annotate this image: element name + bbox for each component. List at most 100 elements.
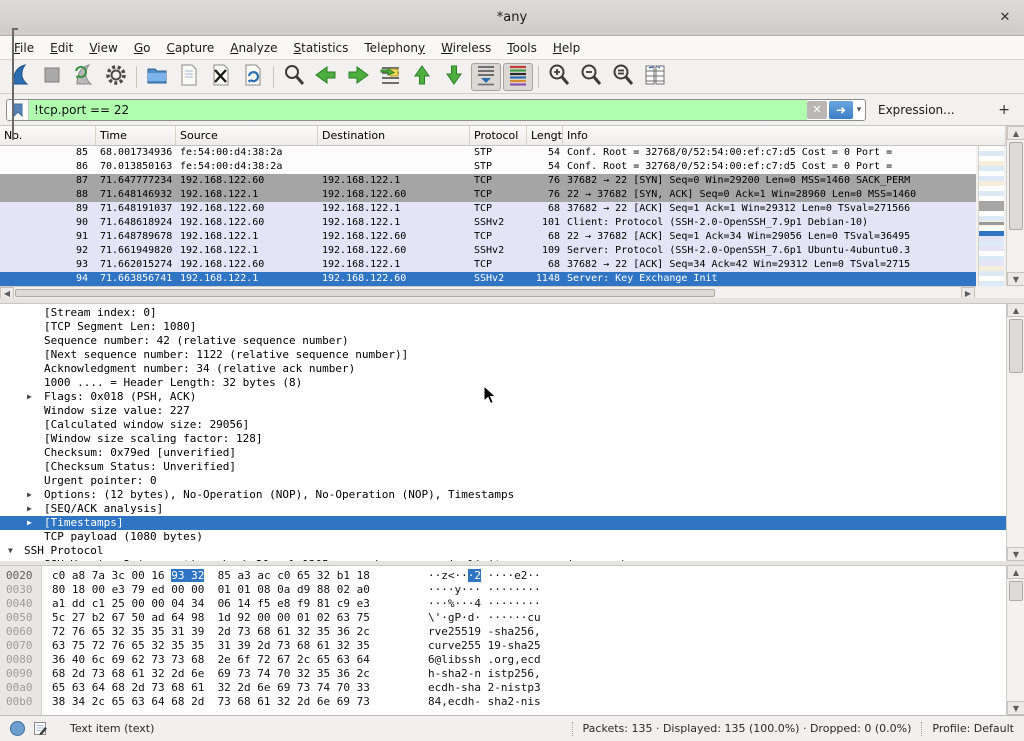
hex-row-0070[interactable]: 007063 75 72 76 65 32 35 35 31 39 2d 73 … [0,639,1024,653]
detail-line[interactable]: Window size value: 227 [0,404,1024,418]
start-capture-button[interactable] [5,63,35,91]
packet-row-88[interactable]: 8871.648146932192.168.122.1192.168.122.6… [0,188,976,202]
hex-bytes[interactable]: 68 2d 73 68 61 32 2d 6e 69 73 74 70 32 3… [52,667,370,681]
hex-ascii[interactable]: ····y··· ········ [428,583,541,597]
hex-row-0030[interactable]: 003080 18 00 e3 79 ed 00 00 01 01 08 0a … [0,583,1024,597]
scroll-down-icon[interactable]: ▼ [1007,701,1024,715]
expander-closed-icon[interactable]: ▶ [27,390,32,404]
hex-row-0020[interactable]: 0020c0 a8 7a 3c 00 16 93 32 85 a3 ac c0 … [0,569,1024,583]
hex-ascii[interactable]: h-sha2-n istp256, [428,667,541,681]
open-file-button[interactable] [142,63,172,91]
expert-info-icon[interactable] [10,721,25,736]
detail-line[interactable]: [Window size scaling factor: 128] [0,432,1024,446]
hex-ascii[interactable]: 6@libssh .org,ecd [428,653,541,667]
go-back-button[interactable] [311,63,341,91]
detail-line[interactable]: TCP payload (1080 bytes) [0,530,1024,544]
menu-wireless[interactable]: Wireless [433,38,499,58]
expander-closed-icon[interactable]: ▶ [27,488,32,502]
display-filter-input[interactable] [29,100,807,120]
hex-row-0090[interactable]: 009068 2d 73 68 61 32 2d 6e 69 73 74 70 … [0,667,1024,681]
close-icon[interactable]: ✕ [996,9,1014,27]
hex-bytes[interactable]: 80 18 00 e3 79 ed 00 00 01 01 08 0a d9 8… [52,583,370,597]
scroll-down-icon[interactable]: ▼ [1007,272,1024,286]
scroll-down-icon[interactable]: ▼ [1007,547,1024,561]
hex-bytes[interactable]: 38 34 2c 65 63 64 68 2d 73 68 61 32 2d 6… [52,695,370,709]
packet-list-hscrollbar[interactable]: ◀ ▶ [0,286,976,298]
colorize-packets-button[interactable] [503,63,533,91]
go-to-packet-button[interactable] [375,63,405,91]
hex-row-0080[interactable]: 008036 40 6c 69 62 73 73 68 2e 6f 72 67 … [0,653,1024,667]
packet-row-89[interactable]: 8971.648191037192.168.122.60192.168.122.… [0,202,976,216]
menu-analyze[interactable]: Analyze [222,38,285,58]
expander-closed-icon[interactable]: ▶ [27,516,32,530]
detail-line[interactable]: ▶Flags: 0x018 (PSH, ACK) [0,390,1024,404]
filter-dropdown-icon[interactable]: ▾ [853,105,865,115]
hex-row-0060[interactable]: 006072 76 65 32 35 35 31 39 2d 73 68 61 … [0,625,1024,639]
zoom-original-button[interactable] [608,63,638,91]
packet-row-91[interactable]: 9171.648789678192.168.122.1192.168.122.6… [0,230,976,244]
scroll-up-icon[interactable]: ▲ [1007,565,1024,579]
last-packet-button[interactable] [439,63,469,91]
packet-row-92[interactable]: 9271.661949820192.168.122.1192.168.122.6… [0,244,976,258]
detail-line[interactable]: [Checksum Status: Unverified] [0,460,1024,474]
auto-scroll-button[interactable] [471,63,501,91]
detail-line[interactable]: Acknowledgment number: 34 (relative ack … [0,362,1024,376]
stop-capture-button[interactable] [37,63,67,91]
scroll-up-icon[interactable]: ▲ [1007,126,1024,140]
capture-comment-icon[interactable] [33,721,48,736]
expression-button[interactable]: Expression... [878,103,955,117]
hex-ascii[interactable]: ecdh-sha 2-nistp3 [428,681,541,695]
capture-options-button[interactable] [101,63,131,91]
detail-line[interactable]: Urgent pointer: 0 [0,474,1024,488]
column-header-destination[interactable]: Destination [318,126,470,145]
hex-ascii[interactable]: \'·gP·d· ······cu [428,611,541,625]
menu-help[interactable]: Help [545,38,588,58]
detail-line[interactable]: [Next sequence number: 1122 (relative se… [0,348,1024,362]
find-packet-button[interactable] [279,63,309,91]
scroll-up-icon[interactable]: ▲ [1007,303,1024,317]
expander-closed-icon[interactable]: ▶ [27,502,32,516]
profile-label[interactable]: Profile: Default [932,722,1014,735]
reload-file-button[interactable] [238,63,268,91]
column-header-protocol[interactable]: Protocol [470,126,527,145]
menu-telephony[interactable]: Telephony [356,38,433,58]
packet-list-minimap[interactable] [978,146,1004,286]
column-header-time[interactable]: Time [96,126,176,145]
hex-bytes[interactable]: 72 76 65 32 35 35 31 39 2d 73 68 61 32 3… [52,625,370,639]
filter-bookmark-button[interactable] [7,100,29,120]
detail-line[interactable]: [Calculated window size: 29056] [0,418,1024,432]
close-file-button[interactable] [206,63,236,91]
packet-row-87[interactable]: 8771.647777234192.168.122.60192.168.122.… [0,174,976,188]
column-header-no[interactable]: No. [0,126,96,145]
detail-line[interactable]: [TCP Segment Len: 1080] [0,320,1024,334]
detail-line[interactable]: Checksum: 0x79ed [unverified] [0,446,1024,460]
hex-row-00a0[interactable]: 00a065 63 64 68 2d 73 68 61 32 2d 6e 69 … [0,681,1024,695]
column-header-info[interactable]: Info [563,126,1006,145]
packet-row-93[interactable]: 9371.662015274192.168.122.60192.168.122.… [0,258,976,272]
detail-line[interactable]: 1000 .... = Header Length: 32 bytes (8) [0,376,1024,390]
bytes-scroll-thumb[interactable] [1009,581,1023,601]
bytes-scrollbar[interactable]: ▲ ▼ [1006,565,1024,715]
hex-ascii[interactable]: ···%···4 ········ [428,597,541,611]
hex-ascii[interactable]: curve255 19-sha25 [428,639,541,653]
title-bar[interactable]: *any ✕ [0,0,1024,36]
details-scrollbar[interactable]: ▲ ▼ [1006,303,1024,561]
packet-list-scrollbar[interactable]: ▲ ▼ [1006,126,1024,286]
hex-row-00b0[interactable]: 00b038 34 2c 65 63 64 68 2d 73 68 61 32 … [0,695,1024,709]
menu-capture[interactable]: Capture [158,38,222,58]
packet-row-90[interactable]: 9071.648618924192.168.122.60192.168.122.… [0,216,976,230]
filter-apply-icon[interactable]: ➜ [829,101,853,119]
hex-bytes[interactable]: c0 a8 7a 3c 00 16 93 32 85 a3 ac c0 65 3… [52,569,370,583]
menu-tools[interactable]: Tools [499,38,545,58]
menu-statistics[interactable]: Statistics [286,38,357,58]
packet-row-94[interactable]: 9471.663856741192.168.122.1192.168.122.6… [0,272,976,286]
resize-columns-button[interactable] [640,63,670,91]
column-header-source[interactable]: Source [176,126,318,145]
packet-row-85[interactable]: 8568.001734936fe:54:00:d4:38:2aSTP54Conf… [0,146,976,160]
restart-capture-button[interactable] [69,63,99,91]
hex-bytes[interactable]: a1 dd c1 25 00 00 04 34 06 14 f5 e8 f9 8… [52,597,370,611]
hex-row-0040[interactable]: 0040a1 dd c1 25 00 00 04 34 06 14 f5 e8 … [0,597,1024,611]
hex-bytes[interactable]: 5c 27 b2 67 50 ad 64 98 1d 92 00 00 01 0… [52,611,370,625]
expander-open-icon[interactable]: ▼ [8,544,13,558]
detail-line[interactable]: ▶[Timestamps] [0,516,1024,530]
